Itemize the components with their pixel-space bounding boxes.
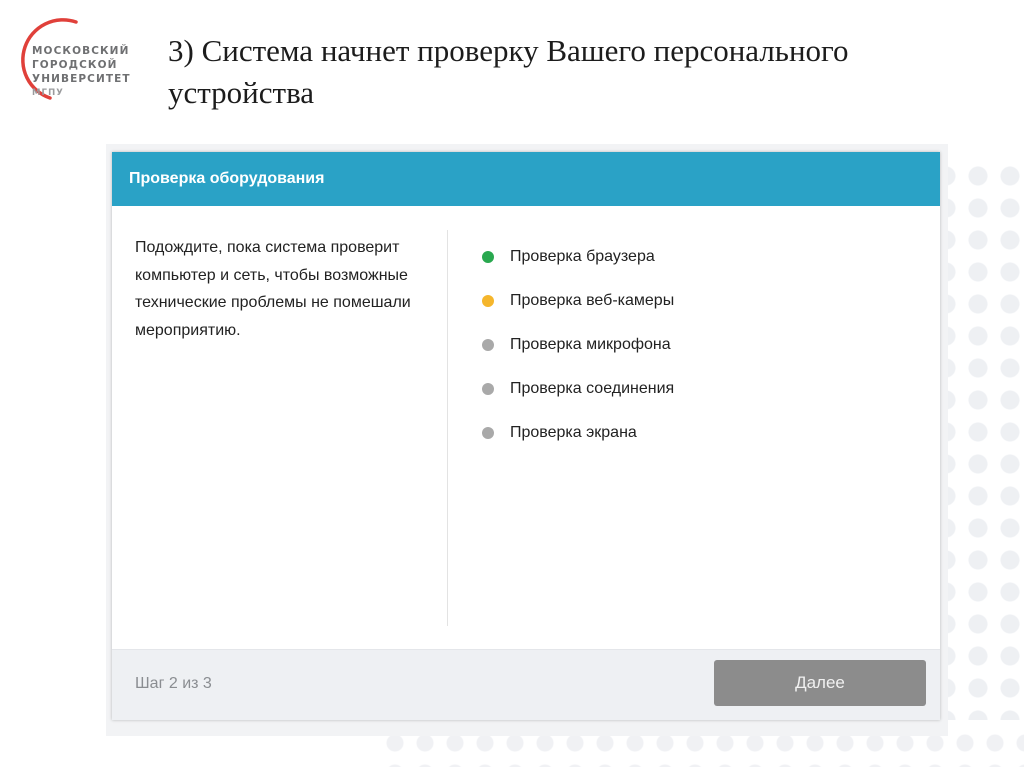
logo-line: ГОРОДСКОЙ [32,59,118,71]
dialog-footer: Шаг 2 из 3 Далее [112,649,940,720]
check-label: Проверка веб-камеры [510,292,675,309]
check-list: Проверка браузера Проверка веб-камеры Пр… [482,230,674,460]
wait-description: Подождите, пока система проверит компьют… [135,239,411,339]
next-button[interactable]: Далее [714,660,926,706]
status-dot-icon [482,295,494,307]
check-label: Проверка экрана [510,424,637,441]
dialog-body: Подождите, пока система проверит компьют… [112,206,940,650]
slide-title-line: 3) Система начнет проверку Вашего персон… [168,33,849,68]
check-label: Проверка соединения [510,380,675,397]
dialog-header: Проверка оборудования [112,152,940,206]
status-dot-icon [482,383,494,395]
university-logo: МОСКОВСКИЙ ГОРОДСКОЙ УНИВЕРСИТЕТ МГПУ [10,14,140,110]
slide-title-line: устройства [168,75,315,110]
check-label: Проверка микрофона [510,336,671,353]
equipment-check-dialog: Проверка оборудования Подождите, пока си… [112,152,940,720]
check-item-screen: Проверка экрана [482,406,674,460]
slide-title: 3) Система начнет проверку Вашего персон… [168,30,968,114]
status-dot-icon [482,339,494,351]
check-label: Проверка браузера [510,248,655,265]
logo-line: МОСКОВСКИЙ [32,45,130,57]
step-indicator: Шаг 2 из 3 [135,675,212,692]
status-dot-icon [482,427,494,439]
logo-abbr: МГПУ [32,88,64,98]
column-divider [447,230,448,626]
logo-line: УНИВЕРСИТЕТ [32,73,131,85]
status-dot-icon [482,251,494,263]
dialog-title: Проверка оборудования [129,170,325,187]
